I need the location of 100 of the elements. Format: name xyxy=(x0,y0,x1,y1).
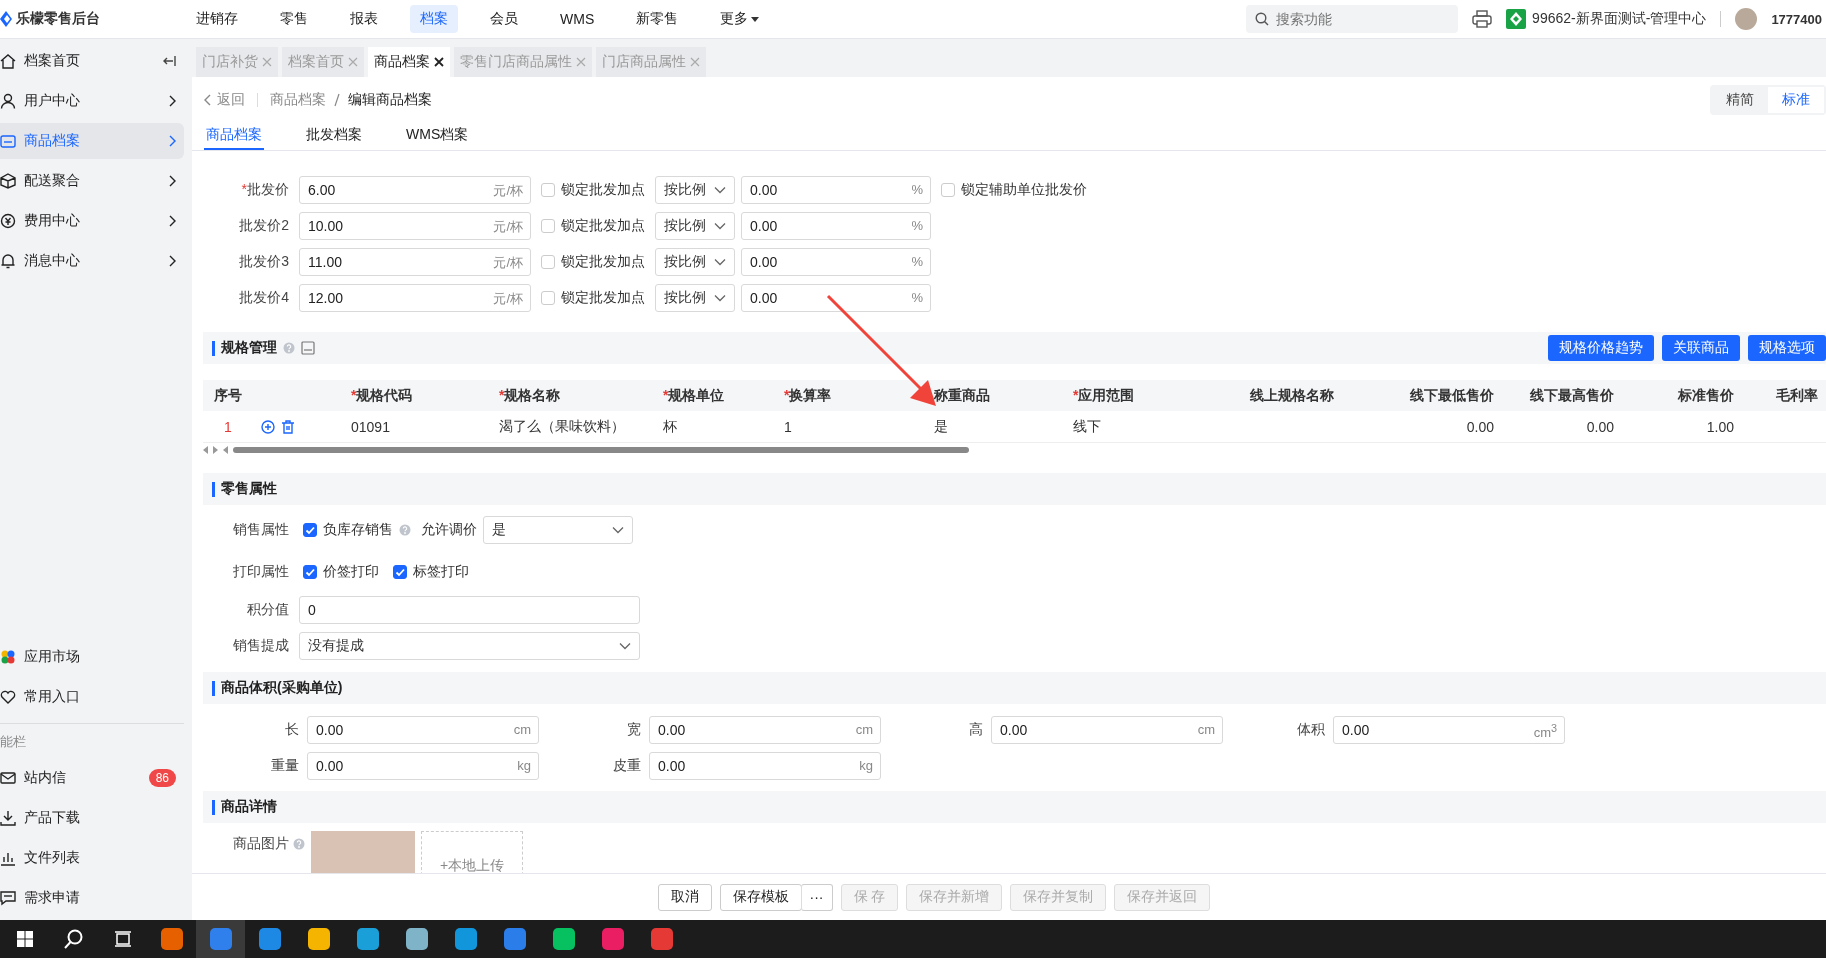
select-field[interactable]: 是 xyxy=(483,516,633,544)
checkbox-label: 锁定批发加点 xyxy=(561,253,645,271)
sidebar-item[interactable]: 配送聚合 xyxy=(0,163,184,199)
action-button[interactable]: 关联商品 xyxy=(1662,335,1740,361)
store-logo-icon xyxy=(1506,9,1527,29)
app-icon[interactable] xyxy=(258,928,281,950)
column-header: *规格代码 xyxy=(343,380,491,411)
section-title: 商品体积(采购单位) xyxy=(221,679,343,697)
app-icon[interactable] xyxy=(601,928,624,950)
scroll-right-icon[interactable] xyxy=(213,446,219,454)
column-header: 线上规格名称 xyxy=(1242,380,1382,411)
upload-button[interactable]: +本地上传 xyxy=(421,831,523,873)
avatar[interactable] xyxy=(1735,8,1758,30)
scroll-left-icon[interactable] xyxy=(223,446,229,454)
help-icon xyxy=(399,524,411,536)
app-icon[interactable] xyxy=(552,928,575,950)
nav-tab[interactable]: WMS xyxy=(550,5,605,33)
select-field[interactable]: 按比例 xyxy=(655,212,735,240)
checkbox[interactable] xyxy=(393,565,407,579)
bell-icon xyxy=(0,253,16,269)
app-icon[interactable] xyxy=(503,928,526,950)
input-field[interactable]: 0 xyxy=(299,596,640,624)
task-view-icon[interactable] xyxy=(113,931,132,947)
trash-icon[interactable] xyxy=(281,419,295,434)
add-circle-icon[interactable] xyxy=(261,419,275,434)
app-icon[interactable] xyxy=(454,928,477,950)
app-icon[interactable] xyxy=(160,928,183,950)
form-tab[interactable]: 批发档案 xyxy=(304,122,364,150)
app-icon[interactable] xyxy=(356,928,379,950)
view-mode-toggle[interactable]: 精简 xyxy=(1712,86,1768,113)
select-field[interactable]: 没有提成 xyxy=(299,632,640,660)
nav-tab[interactable]: 进销存 xyxy=(186,5,248,33)
action-button[interactable]: 保存模板 xyxy=(719,883,802,911)
sidebar-item[interactable]: 常用入口 xyxy=(0,679,184,715)
printer-icon[interactable] xyxy=(1472,10,1493,28)
action-button[interactable]: 规格价格趋势 xyxy=(1548,335,1654,361)
chevron-right-icon xyxy=(168,95,176,107)
page-tab[interactable]: 商品档案 xyxy=(368,47,450,77)
select-field[interactable]: 按比例 xyxy=(655,284,735,312)
scrollbar-thumb[interactable] xyxy=(233,447,969,453)
sidebar-item[interactable]: 产品下载 xyxy=(0,800,184,836)
sidebar-item[interactable]: 需求申请 xyxy=(0,880,184,916)
action-button[interactable]: 规格选项 xyxy=(1748,335,1826,361)
user-name[interactable]: 1777400 xyxy=(1771,11,1822,27)
nav-tab[interactable]: 会员 xyxy=(480,5,528,33)
field-label: 商品图片 xyxy=(232,834,290,853)
windows-logo-icon[interactable] xyxy=(16,931,33,947)
sidebar-item[interactable]: 文件列表 xyxy=(0,840,184,876)
help-icon xyxy=(293,838,305,850)
unit-label: % xyxy=(911,182,923,197)
bar-chart-icon xyxy=(0,850,16,866)
nav-tab[interactable]: 零售 xyxy=(270,5,318,33)
panel-icon[interactable] xyxy=(301,341,315,355)
checkbox[interactable] xyxy=(303,565,317,579)
section-title: 零售属性 xyxy=(221,480,277,498)
nav-tab[interactable]: 更多 xyxy=(710,5,770,33)
nav-tab[interactable]: 新零售 xyxy=(626,5,689,33)
nav-tab[interactable]: 档案 xyxy=(410,5,458,33)
table-cell: 0.00 xyxy=(1382,411,1502,443)
chevron-down-icon xyxy=(714,222,726,230)
back-link[interactable]: 返回 xyxy=(204,90,245,109)
sidebar-item[interactable]: 应用市场 xyxy=(0,639,184,675)
view-mode-toggle[interactable]: 标准 xyxy=(1768,86,1824,113)
breadcrumb-link[interactable]: 商品档案 xyxy=(270,90,326,109)
unit-label: 元/杯 xyxy=(493,218,523,236)
checkbox[interactable] xyxy=(303,523,317,537)
store-name[interactable]: 99662-新界面测试-管理中心 xyxy=(1532,10,1707,28)
search-icon[interactable] xyxy=(63,929,84,949)
collapse-icon[interactable] xyxy=(162,55,176,67)
app-icon[interactable] xyxy=(307,928,330,950)
more-button[interactable]: ··· xyxy=(800,883,833,911)
action-button[interactable]: 取消 xyxy=(657,883,712,911)
app-icon[interactable] xyxy=(650,928,673,950)
app-icon[interactable] xyxy=(405,928,428,950)
form-tab[interactable]: WMS档案 xyxy=(404,122,471,150)
select-field[interactable]: 按比例 xyxy=(655,176,735,204)
sidebar-item[interactable]: 消息中心 xyxy=(0,243,184,279)
nav-tab[interactable]: 报表 xyxy=(340,5,388,33)
field-label: 高 xyxy=(968,721,984,739)
unit-label: % xyxy=(911,218,923,233)
select-field[interactable]: 按比例 xyxy=(655,248,735,276)
search-field[interactable]: 搜索功能 xyxy=(1246,5,1459,33)
close-icon[interactable] xyxy=(434,57,444,67)
form-tab[interactable]: 商品档案 xyxy=(204,122,264,150)
column-header: 序号 xyxy=(203,380,253,411)
sidebar-item[interactable]: 商品档案 xyxy=(0,123,184,159)
home-icon xyxy=(0,53,16,69)
sidebar-item[interactable]: 档案首页 xyxy=(0,43,184,79)
sidebar-item[interactable]: 用户中心 xyxy=(0,83,184,119)
download-icon xyxy=(0,810,16,826)
scroll-left-icon[interactable] xyxy=(203,446,209,454)
sidebar-item[interactable]: 站内信 86 xyxy=(0,760,184,796)
column-header: 毛利率 xyxy=(1742,380,1826,411)
table-cell: 01091 xyxy=(343,411,491,443)
sidebar-item[interactable]: 费用中心 xyxy=(0,203,184,239)
column-header: *应用范围 xyxy=(1065,380,1242,411)
user-icon xyxy=(0,93,16,109)
app-name: 乐檬零售后台 xyxy=(16,10,100,28)
chevron-down-icon xyxy=(714,186,726,194)
field-label: 长 xyxy=(284,721,300,739)
